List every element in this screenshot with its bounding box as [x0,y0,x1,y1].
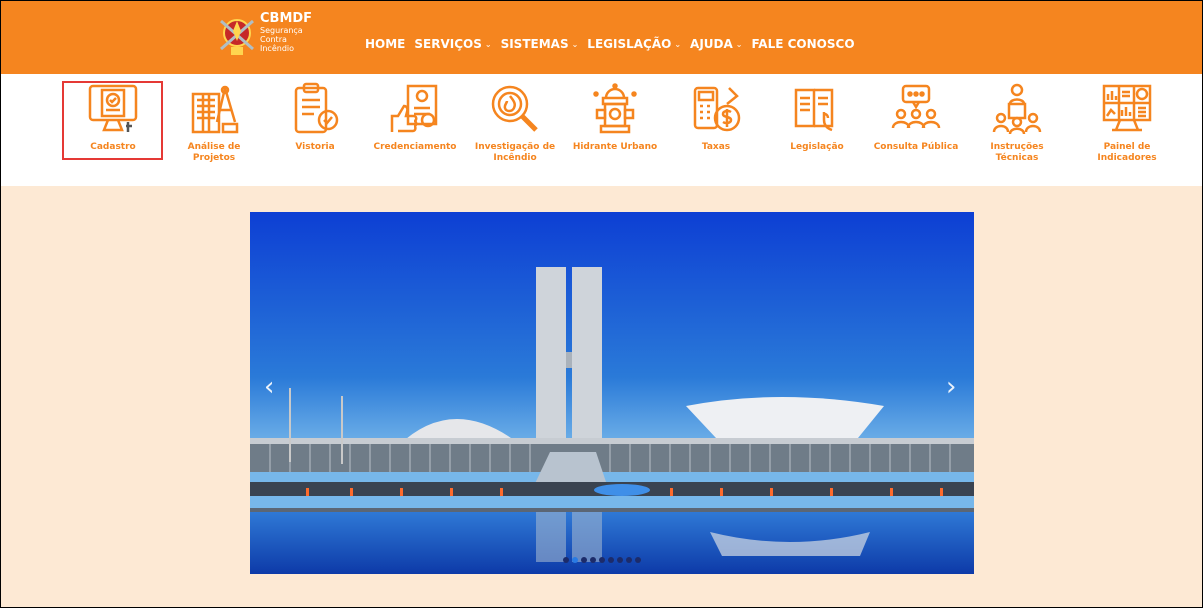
service-consulta-publica[interactable]: Consulta Pública [861,81,971,153]
chevron-down-icon: ⌄ [735,39,743,49]
service-credenciamento[interactable]: Credenciamento [360,81,470,153]
carousel-dot[interactable] [590,557,596,563]
nav-sistemas[interactable]: SISTEMAS ⌄ [501,37,579,51]
service-investigacao-label: Investigação de Incêndio [474,142,556,163]
services-icon-bar: Cadastro Análise de Projetos Vistoria Cr… [1,74,1202,186]
service-instrucoes-tecnicas[interactable]: Instruções Técnicas [962,81,1072,164]
service-consulta-label: Consulta Pública [873,142,959,152]
service-analise-projetos[interactable]: Análise de Projetos [159,81,269,164]
browser-viewport: CBMDF Segurança Contra Incêndio HOME SER… [0,0,1203,608]
nav-ajuda[interactable]: AJUDA ⌄ [690,37,742,51]
carousel-dot[interactable] [572,557,578,563]
chevron-down-icon: ⌄ [484,39,492,49]
nav-legislacao-label: LEGISLAÇÃO [587,37,672,51]
service-hidrante-label: Hidrante Urbano [572,142,658,152]
nav-ajuda-label: AJUDA [690,37,733,51]
service-hidrante-urbano[interactable]: Hidrante Urbano [560,81,670,153]
carousel-dot[interactable] [626,557,632,563]
group-chat-icon [888,81,944,137]
nav-sistemas-label: SISTEMAS [500,37,569,51]
service-vistoria-label: Vistoria [295,142,335,152]
dashboard-charts-icon [1099,81,1155,137]
calculator-money-icon [688,81,744,137]
logo-title: CBMDF [260,11,313,26]
logo-subtitle-line-1: Segurança [260,26,303,35]
logo-subtitle-line-2: Contra [260,35,287,44]
carousel-dot[interactable] [617,557,623,563]
service-painel-indicadores[interactable]: Painel de Indicadores [1072,81,1182,164]
chevron-down-icon: ⌄ [674,39,682,49]
service-vistoria[interactable]: Vistoria [260,81,370,153]
carousel-dot[interactable] [581,557,587,563]
service-legislacao-label: Legislação [790,142,844,152]
service-credenciamento-label: Credenciamento [373,142,457,152]
chevron-down-icon: ⌄ [571,39,579,49]
fire-hydrant-icon [587,81,643,137]
service-taxas-label: Taxas [701,142,731,152]
nav-servicos-label: SERVIÇOS [414,37,482,51]
blueprint-compass-icon [186,81,242,137]
fire-department-emblem-icon [220,19,254,55]
nav-legislacao[interactable]: LEGISLAÇÃO ⌄ [587,37,681,51]
service-taxas[interactable]: Taxas [661,81,771,153]
carousel-pagination [563,557,641,563]
main-menu: HOME SERVIÇOS ⌄ SISTEMAS ⌄ LEGISLAÇÃO ⌄ AJU… [365,37,864,51]
checklist-clipboard-icon [287,81,343,137]
service-analise-label: Análise de Projetos [187,142,241,163]
service-investigacao-incendio[interactable]: Investigação de Incêndio [460,81,570,164]
law-book-icon [789,81,845,137]
nav-fale-conosco[interactable]: FALE CONOSCO [751,37,854,51]
service-legislacao[interactable]: Legislação [762,81,872,153]
top-navigation-bar: CBMDF Segurança Contra Incêndio HOME SER… [1,1,1202,74]
carousel-prev-arrow-icon[interactable]: ‹ [264,372,274,402]
carousel-dot[interactable] [563,557,569,563]
carousel-dot[interactable] [599,557,605,563]
service-instrucoes-label: Instruções Técnicas [990,142,1044,163]
cadastro-selection-highlight [62,81,163,160]
service-painel-label: Painel de Indicadores [1097,142,1157,163]
carousel-dot[interactable] [635,557,641,563]
logo-subtitle-line-3: Incêndio [260,44,295,53]
carousel-next-arrow-icon[interactable]: › [946,372,956,402]
nav-servicos[interactable]: SERVIÇOS ⌄ [414,37,491,51]
nav-home-label: HOME [365,37,406,51]
hero-carousel[interactable]: ‹ › [250,212,974,574]
nav-fale-conosco-label: FALE CONOSCO [751,37,855,51]
nav-home[interactable]: HOME [365,37,405,51]
presenter-audience-icon [989,81,1045,137]
carousel-dot[interactable] [608,557,614,563]
cbmdf-logo[interactable]: CBMDF Segurança Contra Incêndio [217,9,337,67]
magnifier-flame-icon [487,81,543,137]
carousel-slide-image [250,212,974,574]
certificate-thumbs-up-icon [387,81,443,137]
